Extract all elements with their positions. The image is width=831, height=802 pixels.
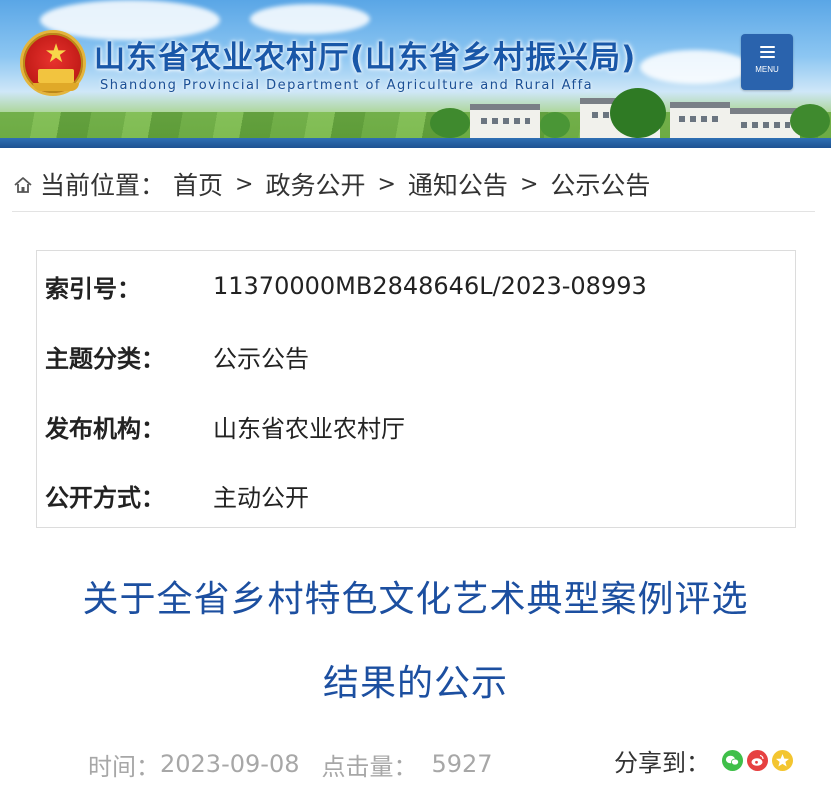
- breadcrumb-separator: >: [519, 171, 539, 197]
- breadcrumb-home-link[interactable]: 首页: [173, 166, 223, 202]
- publishing-agency-value: 山东省农业农村厅: [213, 414, 405, 443]
- site-header: ★ 山东省农业农村厅(山东省乡村振兴局) Shandong Provincial…: [0, 0, 831, 148]
- qzone-icon[interactable]: [772, 749, 793, 771]
- wechat-icon[interactable]: [722, 749, 743, 771]
- hit-count-label: 点击量：: [321, 752, 418, 781]
- article-title-line-2: 结果的公示: [322, 663, 508, 704]
- breadcrumb-separator: >: [235, 171, 254, 197]
- publish-time-value: 2023-09-08: [160, 750, 300, 778]
- index-number-label: 索引号：: [45, 274, 141, 303]
- breadcrumb-notices-link[interactable]: 通知公告: [408, 166, 508, 202]
- breadcrumb-government-affairs-link[interactable]: 政务公开: [265, 166, 365, 202]
- national-emblem-logo: ★: [20, 30, 86, 96]
- weibo-icon[interactable]: [747, 749, 768, 771]
- document-info-box: 索引号： 11370000MB2848646L/2023-08993 主题分类：…: [36, 250, 796, 528]
- info-row-publishing-agency: 发布机构： 山东省农业农村厅: [37, 406, 797, 446]
- share-bar: 分享到：: [614, 740, 793, 780]
- site-title[interactable]: 山东省农业农村厅(山东省乡村振兴局): [94, 32, 636, 77]
- article-title-line-1: 关于全省乡村特色文化艺术典型案例评选: [82, 579, 749, 620]
- breadcrumb: 当前位置： 首页 > 政务公开 > 通知公告 > 公示公告: [12, 166, 812, 202]
- site-subtitle: Shandong Provincial Department of Agricu…: [100, 78, 594, 93]
- home-icon: [14, 177, 32, 193]
- subject-category-value: 公示公告: [213, 344, 309, 373]
- menu-label: MENU: [755, 65, 779, 74]
- cloud-decoration: [640, 50, 750, 84]
- info-row-disclosure-method: 公开方式： 主动公开: [37, 475, 797, 515]
- breadcrumb-divider: [12, 211, 815, 212]
- info-row-index-number: 索引号： 11370000MB2848646L/2023-08993: [37, 266, 797, 306]
- hit-count-value: 5927: [431, 750, 493, 778]
- publishing-agency-label: 发布机构：: [45, 414, 165, 443]
- breadcrumb-separator: >: [377, 171, 396, 197]
- disclosure-method-label: 公开方式：: [45, 483, 165, 512]
- cloud-decoration: [250, 4, 370, 34]
- publish-time-label: 时间：: [88, 752, 160, 781]
- info-row-subject-category: 主题分类： 公示公告: [37, 336, 797, 376]
- subject-category-label: 主题分类：: [45, 344, 165, 373]
- breadcrumb-prefix: 当前位置：: [40, 171, 166, 200]
- disclosure-method-value: 主动公开: [213, 483, 309, 512]
- header-bottom-bar: [0, 138, 831, 148]
- index-number-value: 11370000MB2848646L/2023-08993: [213, 272, 647, 300]
- share-label: 分享到：: [614, 748, 710, 777]
- article-title: 关于全省乡村特色文化艺术典型案例评选 结果的公示: [30, 558, 801, 726]
- hamburger-icon: [760, 46, 775, 58]
- article-meta: 时间： 2023-09-08 点击量： 5927: [88, 744, 493, 784]
- breadcrumb-announcements-link[interactable]: 公示公告: [550, 166, 650, 202]
- menu-button[interactable]: MENU: [741, 34, 793, 90]
